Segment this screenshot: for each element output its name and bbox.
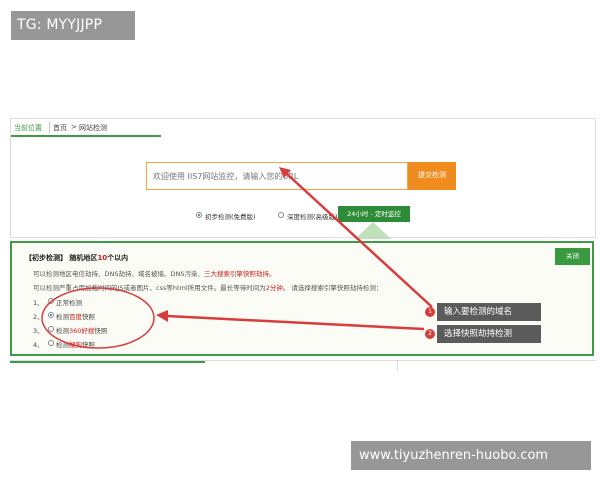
panel-description-2: 可以检测严重占用加载时间的JS或者图片、css等html所用文件。最长等待时间为… bbox=[33, 284, 383, 292]
mode-basic-radio[interactable] bbox=[196, 212, 202, 218]
option-baidu-radio[interactable] bbox=[48, 312, 54, 318]
results-divider bbox=[397, 361, 398, 371]
option-360-radio[interactable] bbox=[48, 326, 54, 332]
breadcrumb-arrow: > bbox=[71, 123, 77, 131]
mode-basic-label: 初步检测(免费版) bbox=[205, 213, 256, 221]
search-panel: 当前位置 首页 > 网站检测 提交检测 初步检测(免费版) 深度检测(高级版) … bbox=[10, 118, 596, 239]
callout-number-1: 1 bbox=[425, 307, 435, 317]
watermark: www.tiyuzhenren-huobo.com bbox=[351, 441, 591, 470]
results-tabbar bbox=[10, 360, 596, 371]
monitor-24h-button[interactable]: 24小时 - 定时监控 bbox=[338, 206, 410, 222]
breadcrumb-home-link[interactable]: 首页 bbox=[53, 123, 67, 133]
callout-number-2: 2 bbox=[425, 329, 435, 339]
results-tab-underline bbox=[10, 361, 205, 363]
annotation-overlay bbox=[41, 167, 433, 349]
option-sogou-radio[interactable] bbox=[48, 340, 54, 346]
panel-description-1: 可以检测地区电信劫持、DNS劫持、域名被墙、DNS污染、三大搜索引擎快照劫持。 bbox=[33, 270, 276, 278]
panel-title: 【初步检测】 随机地区10个以内 bbox=[25, 254, 129, 262]
callout-label-1: 输入要检测的域名 bbox=[437, 303, 541, 321]
tag-badge: TG: MYYJJPP bbox=[11, 11, 135, 40]
breadcrumb-divider bbox=[49, 122, 50, 133]
callout-label-2: 选择快照劫持检测 bbox=[437, 325, 541, 343]
url-input[interactable] bbox=[146, 162, 408, 190]
submit-detect-button[interactable]: 提交检测 bbox=[408, 162, 456, 190]
mode-deep-label: 深度检测(高级版) bbox=[287, 213, 338, 221]
screenshot-root: TG: MYYJJPP 当前位置 首页 > 网站检测 提交检测 初步检测(免费版… bbox=[0, 0, 600, 480]
breadcrumb-page: 网站检测 bbox=[79, 124, 107, 132]
mode-deep-radio[interactable] bbox=[278, 212, 284, 218]
close-button[interactable]: 关闭 bbox=[555, 248, 590, 265]
breadcrumb: 当前位置 首页 > 网站检测 bbox=[11, 119, 161, 137]
breadcrumb-current-label: 当前位置 bbox=[14, 124, 42, 132]
option-normal-radio[interactable] bbox=[48, 298, 54, 304]
panel-pointer bbox=[355, 222, 391, 239]
